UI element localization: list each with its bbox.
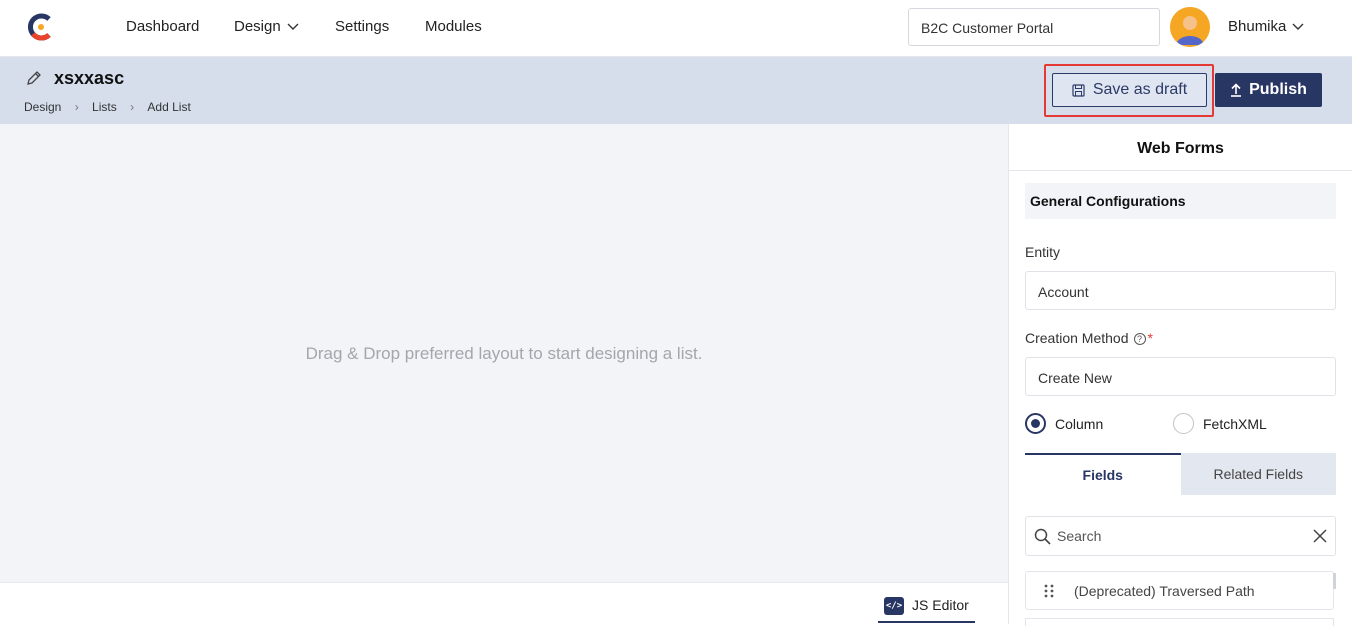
entity-field[interactable]: Account xyxy=(1025,271,1336,310)
user-avatar[interactable] xyxy=(1170,7,1210,47)
entity-label: Entity xyxy=(1025,244,1061,260)
save-disk-icon xyxy=(1072,83,1085,97)
creation-method-label: Creation Method? * xyxy=(1025,330,1153,346)
scrollbar-thumb[interactable] xyxy=(1333,573,1336,589)
publish-button[interactable]: Publish xyxy=(1215,73,1322,107)
user-name-label: Bhumika xyxy=(1228,18,1287,35)
canvas-footer: </> JS Editor xyxy=(0,582,1008,624)
page-title: xsxxasc xyxy=(54,68,125,88)
user-menu[interactable]: Bhumika xyxy=(1228,18,1304,35)
panel-title: Web Forms xyxy=(1137,140,1224,157)
portal-selector[interactable]: B2C Customer Portal xyxy=(908,8,1160,46)
properties-panel: Web Forms General Configurations Entity … xyxy=(1008,124,1352,626)
top-navbar: Dashboard Design Settings Modules B2C Cu… xyxy=(0,0,1352,57)
edit-pencil-icon[interactable] xyxy=(26,70,42,86)
breadcrumb-lists[interactable]: Lists xyxy=(92,100,117,114)
app-logo-icon[interactable] xyxy=(27,12,55,42)
tab-related-fields[interactable]: Related Fields xyxy=(1180,453,1336,495)
breadcrumb-add-list: Add List xyxy=(147,100,191,114)
breadcrumb-separator-icon: › xyxy=(130,100,135,114)
field-search-box[interactable]: Search xyxy=(1025,516,1336,556)
help-icon[interactable]: ? xyxy=(1133,333,1146,345)
radio-column[interactable]: Column xyxy=(1025,413,1103,434)
required-asterisk: * xyxy=(1147,330,1153,346)
field-tabs: Fields Related Fields xyxy=(1025,453,1336,495)
drag-handle-icon[interactable] xyxy=(1044,584,1054,598)
design-canvas[interactable]: Drag & Drop preferred layout to start de… xyxy=(0,124,1008,582)
breadcrumb-separator-icon: › xyxy=(74,100,79,114)
code-icon: </> xyxy=(884,597,904,615)
breadcrumb: Design › Lists › Add List xyxy=(24,100,191,114)
radio-column-label: Column xyxy=(1055,415,1104,432)
panel-divider xyxy=(1009,170,1352,171)
canvas-empty-hint: Drag & Drop preferred layout to start de… xyxy=(305,344,703,363)
chevron-down-icon xyxy=(287,23,299,31)
nav-design[interactable]: Design xyxy=(234,18,299,35)
radio-selected-icon[interactable] xyxy=(1025,413,1046,434)
field-list-item-partial[interactable] xyxy=(1025,618,1334,626)
user-avatar-icon xyxy=(1170,7,1210,47)
save-as-draft-button[interactable]: Save as draft xyxy=(1052,73,1207,107)
field-list-item-label: (Deprecated) Traversed Path xyxy=(1074,582,1255,599)
js-editor-label: JS Editor xyxy=(912,597,969,613)
radio-unselected-icon[interactable] xyxy=(1173,413,1194,434)
creation-method-label-text: Creation Method xyxy=(1025,330,1129,346)
radio-fetchxml-label: FetchXML xyxy=(1203,415,1267,432)
field-list-item[interactable]: (Deprecated) Traversed Path xyxy=(1025,571,1334,610)
nav-dashboard[interactable]: Dashboard xyxy=(126,18,199,35)
nav-modules[interactable]: Modules xyxy=(425,18,482,35)
tab-fields[interactable]: Fields xyxy=(1025,453,1181,495)
nav-settings[interactable]: Settings xyxy=(335,18,389,35)
general-configurations-header[interactable]: General Configurations xyxy=(1025,183,1336,219)
publish-label: Publish xyxy=(1249,81,1307,98)
js-editor-tab[interactable]: </> JS Editor xyxy=(878,597,975,623)
search-input[interactable]: Search xyxy=(1057,528,1313,544)
radio-fetchxml[interactable]: FetchXML xyxy=(1173,413,1267,434)
nav-design-label: Design xyxy=(234,18,281,35)
search-icon xyxy=(1034,528,1051,545)
close-icon[interactable] xyxy=(1313,529,1327,543)
creation-method-field[interactable]: Create New xyxy=(1025,357,1336,396)
chevron-down-icon xyxy=(1292,23,1304,31)
upload-icon xyxy=(1231,83,1242,97)
breadcrumb-design[interactable]: Design xyxy=(24,100,61,114)
save-as-draft-label: Save as draft xyxy=(1092,81,1188,98)
